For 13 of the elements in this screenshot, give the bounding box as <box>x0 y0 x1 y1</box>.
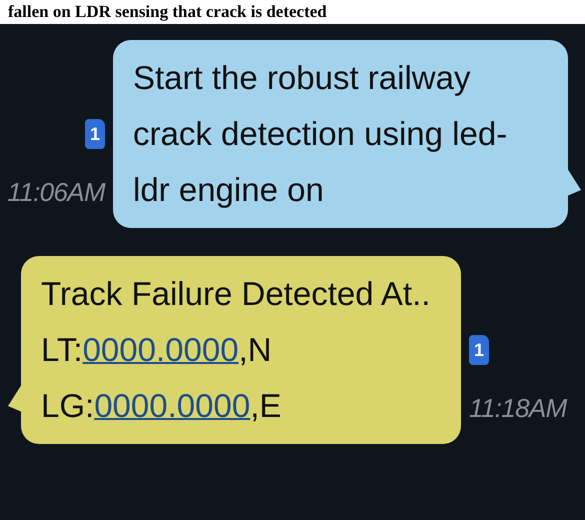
caption-text: fallen on LDR sensing that crack is detected <box>8 1 327 24</box>
message-line: crack detection using led- <box>133 114 508 154</box>
coordinate-link[interactable]: 0000.0000 <box>94 387 250 424</box>
message-time: 11:18AM <box>469 392 567 425</box>
coordinate-link[interactable]: 0000.0000 <box>82 331 239 368</box>
message-line: LG:0000.0000,E <box>41 386 282 426</box>
message-time: 11:06AM <box>7 176 105 209</box>
message-line: Track Failure Detected At.. <box>41 274 432 314</box>
message-line: LT:0000.0000,N <box>41 330 273 370</box>
message-line: Start the robust railway <box>133 58 472 98</box>
message-line: ldr engine on <box>133 170 325 210</box>
sim-badge: 1 <box>469 335 489 365</box>
sim-badge: 1 <box>85 119 105 149</box>
